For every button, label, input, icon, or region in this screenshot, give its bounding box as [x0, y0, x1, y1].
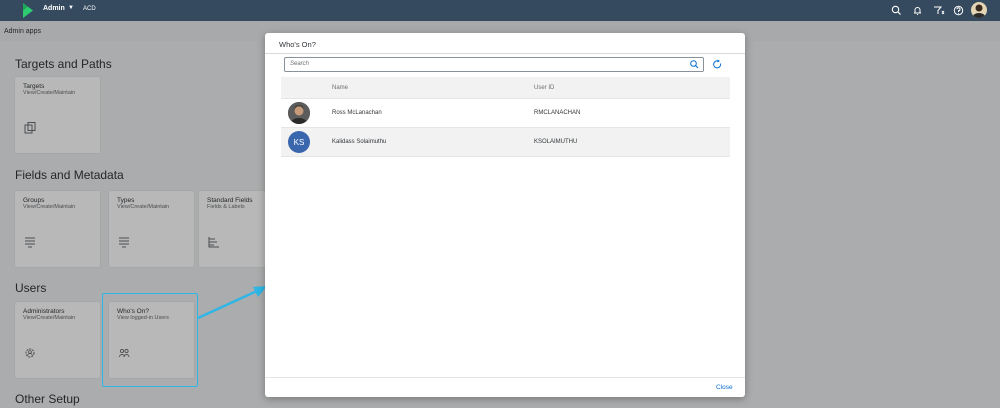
filter-icon[interactable]	[932, 4, 945, 17]
avatar: KS	[288, 131, 310, 153]
user-avatar[interactable]	[971, 2, 987, 18]
avatar	[288, 102, 310, 124]
table-row[interactable]: Ross McLanachan RMCLANACHAN	[281, 99, 730, 128]
refresh-icon[interactable]	[712, 59, 723, 70]
divider	[265, 53, 745, 54]
table-header: Name User ID	[281, 77, 730, 99]
cell-user-id: RMCLANACHAN	[534, 110, 581, 116]
cell-user-id: KSOLAIMUTHU	[534, 139, 578, 145]
search-icon[interactable]	[890, 4, 903, 17]
cell-name: Kalidass Solaimuthu	[332, 139, 387, 145]
system-id: ACD	[83, 6, 96, 12]
logo[interactable]	[23, 3, 33, 18]
tile-highlight	[102, 293, 198, 387]
divider	[265, 377, 745, 378]
search-icon[interactable]	[689, 59, 700, 70]
notification-bell-icon[interactable]	[911, 4, 924, 17]
dialog-title: Who's On?	[279, 40, 316, 49]
column-header-user-id[interactable]: User ID	[534, 85, 554, 91]
app-title[interactable]: Admin	[43, 5, 65, 12]
search-input[interactable]: Search	[284, 57, 704, 72]
cell-name: Ross McLanachan	[332, 110, 382, 116]
annotation-arrow-icon	[197, 286, 267, 320]
table-row[interactable]: KS Kalidass Solaimuthu KSOLAIMUTHU	[281, 128, 730, 157]
chevron-down-icon[interactable]: ▼	[68, 5, 74, 11]
help-icon[interactable]	[952, 4, 965, 17]
close-button[interactable]: Close	[716, 384, 733, 391]
search-placeholder: Search	[290, 61, 310, 67]
column-header-name[interactable]: Name	[332, 85, 348, 91]
shell-header: Admin ▼ ACD	[0, 0, 1000, 21]
whos-on-dialog: Who's On? Search Name User ID Ross McLan…	[265, 33, 745, 397]
